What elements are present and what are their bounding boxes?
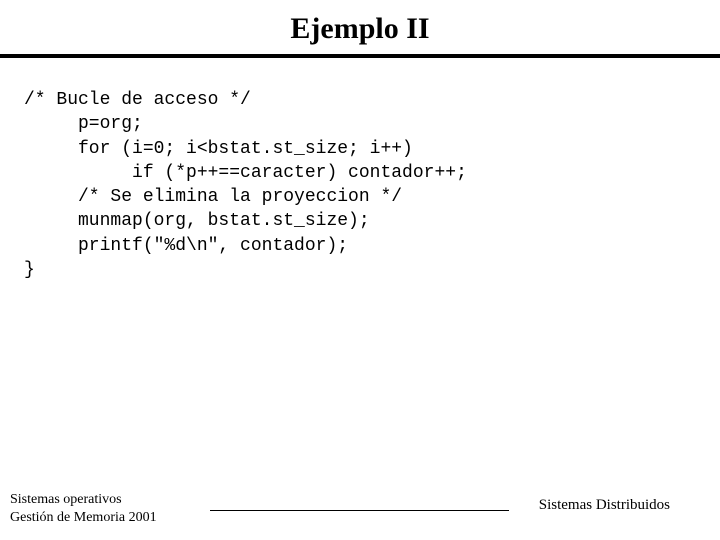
code-line: /* Se elimina la proyeccion */ [24,187,402,207]
slide: Ejemplo II /* Bucle de acceso */ p=org; … [0,0,720,540]
footer-right: Sistemas Distribuidos [509,497,720,526]
code-line: printf("%d\n", contador); [24,236,348,256]
footer-left-line1: Sistemas operativos [10,491,210,509]
code-line: /* Bucle de acceso */ [24,90,251,110]
footer: Sistemas operativos Gestión de Memoria 2… [0,491,720,526]
code-block: /* Bucle de acceso */ p=org; for (i=0; i… [0,58,720,282]
footer-left-line2: Gestión de Memoria 2001 [10,509,210,527]
code-line: if (*p++==caracter) contador++; [24,163,467,183]
code-line: munmap(org, bstat.st_size); [24,211,370,231]
code-line: p=org; [24,114,143,134]
code-line: } [24,260,35,280]
slide-title: Ejemplo II [0,0,720,54]
footer-rule [210,510,509,511]
code-line: for (i=0; i<bstat.st_size; i++) [24,139,413,159]
footer-left: Sistemas operativos Gestión de Memoria 2… [0,491,210,526]
